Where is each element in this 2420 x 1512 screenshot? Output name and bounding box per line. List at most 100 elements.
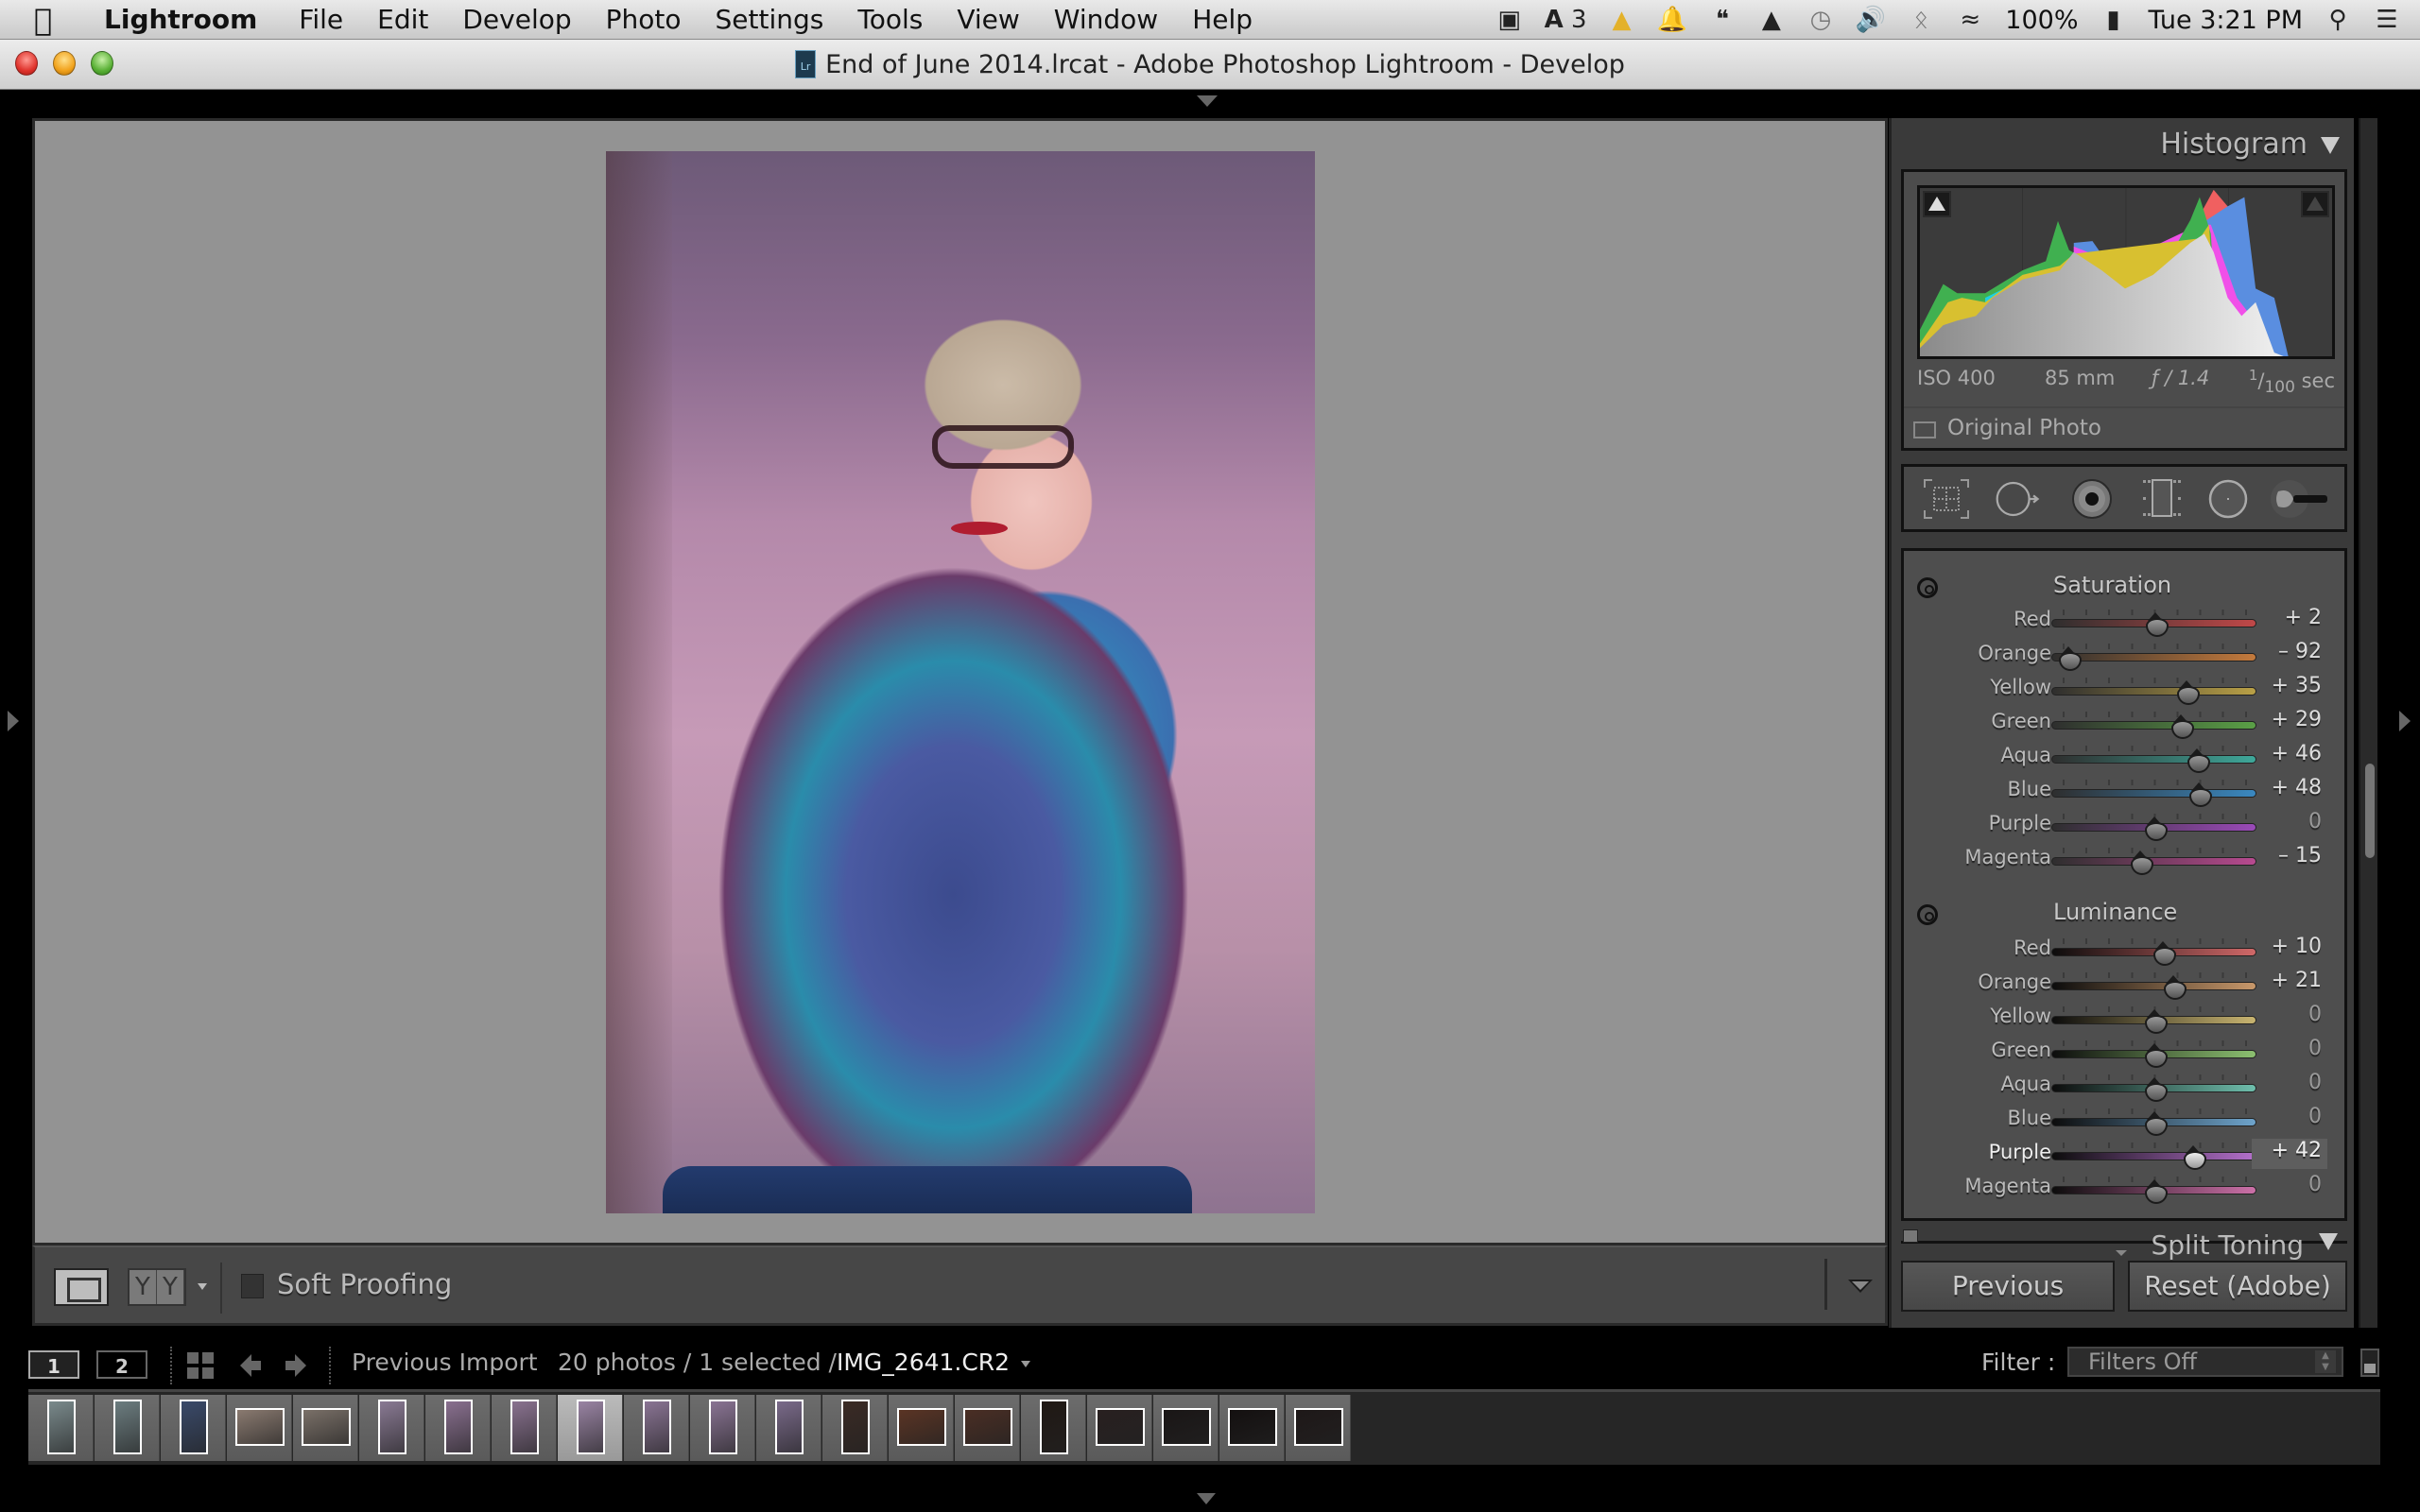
- hangouts-icon[interactable]: ❝: [1708, 5, 1737, 35]
- slider-value[interactable]: + 48: [2252, 776, 2327, 806]
- adjustment-brush-icon[interactable]: [2269, 478, 2337, 520]
- slider-thumb[interactable]: [2146, 612, 2169, 637]
- toolbar-content-dropdown-icon[interactable]: [1848, 1280, 1873, 1293]
- cone-icon[interactable]: ▲: [1608, 5, 1636, 35]
- slider-track[interactable]: [2051, 755, 2256, 764]
- wifi-icon[interactable]: ≈: [1956, 5, 1984, 35]
- menu-clock[interactable]: Tue 3:21 PM: [2149, 6, 2304, 35]
- slider-track[interactable]: [2051, 721, 2256, 730]
- histogram-header[interactable]: Histogram: [1892, 118, 2357, 171]
- filmstrip-thumbnail[interactable]: [1021, 1395, 1086, 1461]
- slider-value[interactable]: 0: [2252, 1173, 2327, 1203]
- loupe-view-button[interactable]: [54, 1268, 109, 1306]
- slider-thumb[interactable]: [2144, 1077, 2168, 1102]
- luminance-targeted-adjustment-icon[interactable]: [1917, 904, 1938, 925]
- slider-thumb[interactable]: [2187, 748, 2210, 773]
- menu-app-lightroom[interactable]: Lightroom: [104, 4, 257, 35]
- slider-thumb[interactable]: [2130, 850, 2153, 875]
- filmstrip-thumbnail[interactable]: [1153, 1395, 1219, 1461]
- filmstrip-thumbnail[interactable]: [161, 1395, 226, 1461]
- slider-track[interactable]: [2051, 789, 2256, 798]
- bluetooth-icon[interactable]: ᛟ: [1907, 5, 1935, 35]
- filename-dropdown-icon[interactable]: [1021, 1360, 1031, 1367]
- slider-track[interactable]: [2051, 857, 2256, 866]
- crop-overlay-icon[interactable]: [1923, 478, 1970, 520]
- filmstrip-thumbnail[interactable]: [425, 1395, 491, 1461]
- menu-photo[interactable]: Photo: [606, 4, 682, 35]
- notification-bell-icon[interactable]: 🔔: [1657, 5, 1687, 35]
- photo-preview[interactable]: [606, 151, 1315, 1213]
- slider-thumb[interactable]: [2058, 646, 2082, 671]
- slider-value[interactable]: – 92: [2252, 640, 2327, 670]
- slider-thumb[interactable]: [2153, 941, 2177, 966]
- filmstrip-thumbnail[interactable]: [293, 1395, 358, 1461]
- display-icon[interactable]: ▣: [1495, 5, 1524, 35]
- zoom-window-button[interactable]: [91, 51, 113, 76]
- slider-value[interactable]: 0: [2252, 1003, 2327, 1033]
- filmstrip-thumbnail[interactable]: [1219, 1395, 1285, 1461]
- filmstrip-thumbnail[interactable]: [624, 1395, 689, 1461]
- filmstrip-thumbnail[interactable]: [1286, 1395, 1351, 1461]
- photo-canvas[interactable]: [32, 118, 1888, 1246]
- filmstrip-thumbnail[interactable]: [756, 1395, 821, 1461]
- before-after-view-button[interactable]: Y Y: [128, 1268, 186, 1306]
- slider-thumb[interactable]: [2144, 1179, 2168, 1204]
- notification-center-icon[interactable]: ☰: [2373, 5, 2401, 35]
- slider-value[interactable]: 0: [2252, 1037, 2327, 1067]
- slider-value[interactable]: + 42: [2252, 1139, 2327, 1169]
- split-toning-header[interactable]: Split Toning: [1892, 1222, 2357, 1263]
- volume-icon[interactable]: 🔊: [1856, 5, 1886, 35]
- main-window-button[interactable]: 1: [28, 1350, 79, 1379]
- filmstrip-thumbnail[interactable]: [227, 1395, 292, 1461]
- slider-thumb[interactable]: [2144, 1043, 2168, 1068]
- spotlight-search-icon[interactable]: ⚲: [2324, 5, 2352, 35]
- filter-toggle-switch[interactable]: [2360, 1349, 2379, 1377]
- slider-value[interactable]: 0: [2252, 1105, 2327, 1135]
- slider-value[interactable]: + 21: [2252, 969, 2327, 999]
- filmstrip-thumbnail[interactable]: [889, 1395, 954, 1461]
- slider-value[interactable]: + 29: [2252, 708, 2327, 738]
- split-toning-toggle[interactable]: [1903, 1229, 1918, 1243]
- slider-value[interactable]: + 2: [2252, 606, 2327, 636]
- slider-thumb[interactable]: [2188, 782, 2212, 807]
- previous-button[interactable]: Previous: [1901, 1261, 2115, 1312]
- filmstrip-thumbnail[interactable]: [95, 1395, 160, 1461]
- slider-value[interactable]: 0: [2252, 1071, 2327, 1101]
- slider-thumb[interactable]: [2183, 1145, 2206, 1170]
- menu-settings[interactable]: Settings: [716, 4, 824, 35]
- menu-view[interactable]: View: [957, 4, 1019, 35]
- radial-filter-icon[interactable]: [2204, 478, 2252, 520]
- time-machine-icon[interactable]: ◷: [1806, 5, 1835, 35]
- slider-value[interactable]: + 35: [2252, 674, 2327, 704]
- red-eye-icon[interactable]: [2068, 478, 2116, 520]
- slider-thumb[interactable]: [2144, 1009, 2168, 1034]
- minimize-window-button[interactable]: [53, 51, 76, 76]
- filmstrip-thumbnail[interactable]: [1087, 1395, 1152, 1461]
- slider-value[interactable]: 0: [2252, 810, 2327, 840]
- slider-value[interactable]: + 46: [2252, 742, 2327, 772]
- battery-icon[interactable]: ▮: [2100, 5, 2128, 35]
- show-left-panel-arrow-icon[interactable]: [8, 711, 19, 731]
- split-toning-collapse-icon[interactable]: [2319, 1233, 2338, 1250]
- slider-thumb[interactable]: [2164, 975, 2187, 1000]
- highlight-clipping-toggle[interactable]: [2301, 191, 2329, 217]
- slider-thumb[interactable]: [2176, 680, 2200, 705]
- filmstrip-selection-info[interactable]: 20 photos / 1 selected /IMG_2641.CR2: [558, 1349, 1031, 1376]
- histogram-collapse-icon[interactable]: [2321, 137, 2340, 154]
- menu-file[interactable]: File: [299, 4, 343, 35]
- menu-develop[interactable]: Develop: [462, 4, 571, 35]
- apple-menu-icon[interactable]: : [34, 2, 91, 38]
- saturation-targeted-adjustment-icon[interactable]: [1917, 577, 1938, 598]
- forward-arrow-icon[interactable]: [284, 1352, 308, 1379]
- menu-edit[interactable]: Edit: [377, 4, 428, 35]
- slider-track[interactable]: [2051, 982, 2256, 990]
- slider-track[interactable]: [2051, 687, 2256, 696]
- filmstrip-thumbnail[interactable]: [822, 1395, 888, 1461]
- filter-select[interactable]: Filters Off ▲ ▼: [2067, 1347, 2343, 1377]
- menu-tools[interactable]: Tools: [857, 4, 923, 35]
- slider-track[interactable]: [2051, 1152, 2256, 1160]
- secondary-window-button[interactable]: 2: [96, 1350, 147, 1379]
- filmstrip-thumbnail[interactable]: [558, 1395, 623, 1461]
- filmstrip-thumbnail[interactable]: [492, 1395, 557, 1461]
- show-right-panel-arrow-icon[interactable]: [2399, 711, 2411, 731]
